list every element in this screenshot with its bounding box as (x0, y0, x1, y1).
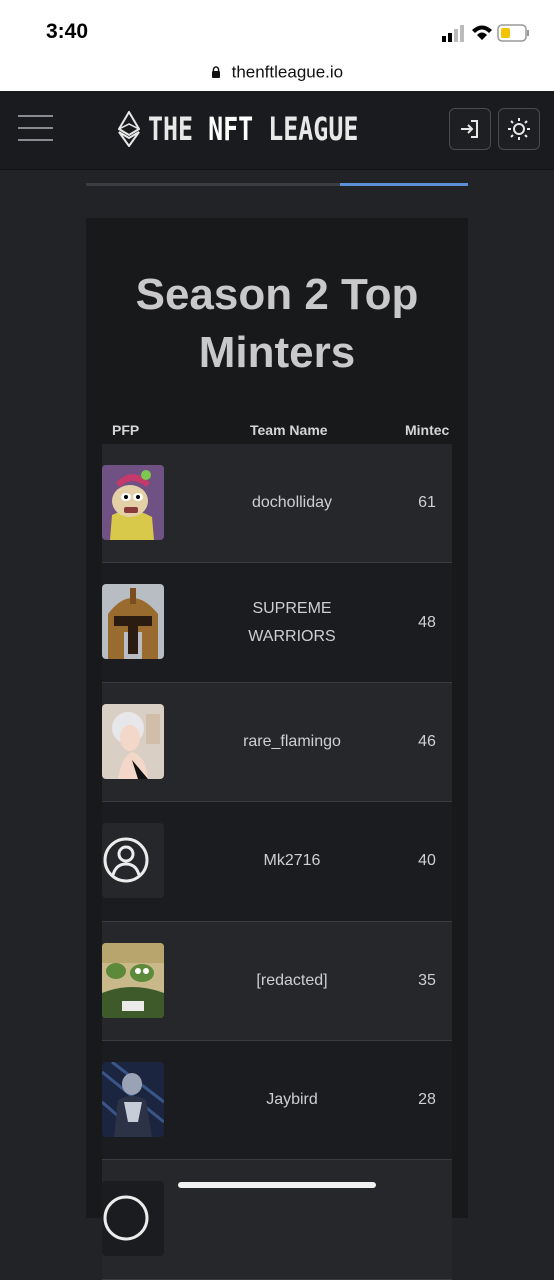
table-row[interactable]: [redacted] 35 (102, 921, 452, 1041)
status-icons (432, 22, 532, 44)
column-header-pfp[interactable]: PFP (112, 422, 139, 438)
team-name[interactable]: docholliday (242, 444, 342, 562)
hamburger-menu-icon[interactable] (18, 115, 53, 143)
table-row[interactable]: docholliday 61 (102, 444, 452, 564)
login-icon (461, 120, 478, 138)
lock-icon (211, 66, 220, 79)
team-name[interactable] (242, 1160, 342, 1278)
table-row[interactable] (102, 1160, 452, 1280)
table-row[interactable]: Jaybird 28 (102, 1040, 452, 1161)
minted-count: 46 (418, 732, 436, 750)
logo-text-pre: THE (148, 110, 209, 148)
status-time: 3:40 (46, 20, 89, 43)
site-navbar: THE NFT LEAGUE (0, 91, 554, 170)
column-header-minted[interactable]: Mintec (405, 422, 452, 438)
signal-wifi-battery-icon (442, 24, 529, 42)
team-name[interactable]: Jaybird (242, 1041, 342, 1159)
pepe-frogs-avatar (102, 942, 164, 1018)
table-row[interactable]: SUPREME WARRIORS 48 (102, 563, 452, 683)
leaderboard-card: Season 2 Top Minters PFP Team Name Minte… (86, 218, 468, 1280)
home-indicator[interactable] (178, 1182, 376, 1188)
minted-count: 28 (418, 1091, 436, 1109)
spartan-helmet-avatar (102, 584, 164, 660)
minted-count: 61 (418, 494, 436, 512)
default-user-icon (102, 823, 164, 899)
page-title: Season 2 Top Minters (135, 270, 419, 377)
default-user-icon (102, 1181, 164, 1257)
url-bar[interactable]: thenftleague.io (0, 62, 554, 91)
logo-text-post: LEAGUE (253, 110, 359, 148)
team-name[interactable]: SUPREME WARRIORS (242, 563, 342, 681)
logo-text-bold: NFT (208, 110, 254, 148)
bored-ape-avatar (102, 465, 164, 540)
robot-avatar (102, 1061, 164, 1137)
theme-toggle-button[interactable] (498, 108, 540, 150)
logo-text: THE NFT LEAGUE (148, 110, 358, 148)
table-header: PFP Team Name Mintec (102, 422, 452, 444)
woman-portrait-avatar (102, 703, 164, 779)
minted-count: 48 (418, 613, 436, 631)
sun-icon (508, 118, 530, 140)
table-row[interactable]: Mk2716 40 (102, 802, 452, 922)
login-button[interactable] (449, 108, 491, 150)
team-name[interactable]: [redacted] (242, 922, 342, 1040)
team-name[interactable]: rare_flamingo (242, 683, 342, 801)
minted-count: 40 (418, 852, 436, 870)
tabs-strip[interactable] (86, 170, 468, 186)
status-bar: 3:40 (0, 0, 554, 62)
url-text: thenftleague.io (231, 62, 344, 82)
table-row[interactable]: rare_flamingo 46 (102, 682, 452, 803)
ethereum-logo-icon (118, 111, 140, 147)
site-logo[interactable]: THE NFT LEAGUE (118, 109, 418, 149)
minted-count (412, 1160, 442, 1278)
column-header-team-name[interactable]: Team Name (250, 422, 328, 438)
team-name[interactable]: Mk2716 (242, 802, 342, 920)
minted-count: 35 (418, 971, 436, 989)
active-tab-indicator (340, 183, 468, 186)
leaderboard-table: docholliday 61 SUPREME WARRIORS 48 rare_… (102, 444, 452, 1280)
